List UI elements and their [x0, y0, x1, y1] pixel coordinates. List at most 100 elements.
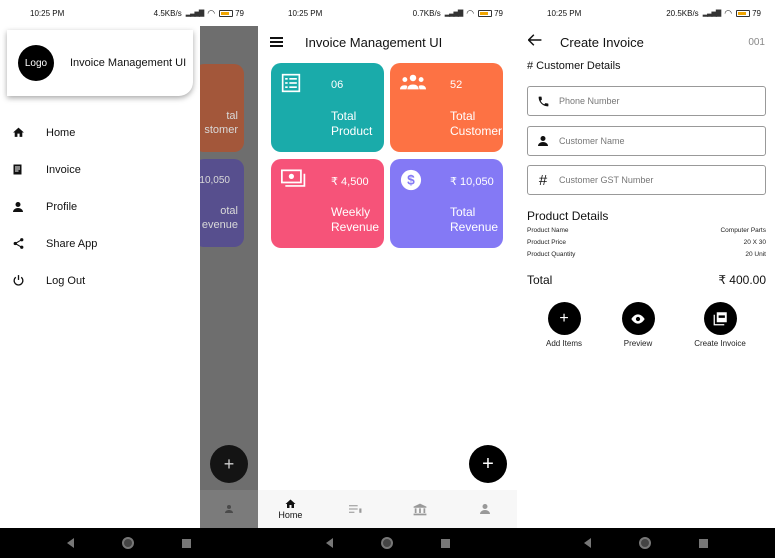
tile-label-line2: Revenue	[331, 220, 380, 234]
home-icon	[285, 499, 296, 508]
drawer-menu: Home Invoice Profile Share App Log Out	[0, 114, 200, 299]
wifi-icon: ◠	[724, 7, 733, 18]
product-row-label: Product Name	[527, 227, 569, 234]
drawer-header: Logo Invoice Management UI	[7, 30, 193, 96]
phone-icon	[536, 95, 550, 108]
back-nav-icon[interactable]	[584, 538, 591, 548]
bottom-nav-bank[interactable]	[388, 490, 453, 528]
peek-tile-label: tal stomer	[204, 110, 238, 136]
person-icon	[536, 135, 550, 147]
total-value: ₹ 400.00	[718, 273, 766, 287]
add-fab-button[interactable]: +	[469, 445, 507, 483]
home-nav-icon[interactable]	[380, 537, 393, 549]
invoice-icon	[11, 163, 25, 177]
home-nav-icon[interactable]	[639, 537, 651, 549]
pdf-icon	[703, 302, 737, 335]
create-invoice-label: Create Invoice	[694, 339, 746, 348]
product-row-value: 20 Unit	[745, 251, 766, 258]
bottom-nav-home[interactable]: Home	[258, 490, 323, 528]
tile-total-customer[interactable]: 52 Total Customer	[390, 63, 503, 152]
tile-total-product[interactable]: 06 Total Product	[271, 63, 384, 152]
peek-tile-revenue: 10,050 otal evenue	[194, 159, 244, 247]
customer-name-field[interactable]: Customer Name	[527, 126, 766, 156]
drawer-item-log-out[interactable]: Log Out	[0, 262, 200, 299]
bottom-nav-list[interactable]	[323, 490, 388, 528]
product-details-heading: Product Details	[527, 209, 609, 223]
preview-label: Preview	[623, 339, 653, 348]
navigation-drawer: Logo Invoice Management UI Home Invoice	[0, 22, 200, 528]
customer-details-heading: # Customer Details	[527, 60, 621, 72]
bottom-nav: Home	[258, 490, 517, 528]
tile-label-line1: Total	[450, 109, 476, 123]
tile-value: 06	[331, 79, 344, 91]
preview-button[interactable]: Preview	[603, 302, 673, 348]
drawer-title: Invoice Management UI	[70, 57, 187, 69]
drawer-item-home[interactable]: Home	[0, 114, 200, 151]
menu-icon[interactable]	[270, 37, 283, 47]
phone-number-placeholder: Phone Number	[559, 96, 620, 106]
bottom-nav-home-label: Home	[278, 510, 303, 520]
peek-tile-value: 10,050	[199, 175, 230, 186]
status-time: 10:25 PM	[30, 8, 65, 18]
back-nav-icon[interactable]	[67, 538, 74, 548]
tile-label-line2: Revenue	[450, 220, 499, 234]
product-row-value: Computer Parts	[720, 227, 766, 234]
tile-value: 52	[450, 79, 463, 91]
list-icon	[281, 73, 301, 98]
add-items-button[interactable]: + Add Items	[529, 302, 599, 348]
tile-label-line1: Total	[331, 109, 357, 123]
phone-dashboard-screen: 10:25 PM 0.7KB/s ▂▃▅▇ ◠ 79 Invoice Manag…	[258, 0, 517, 558]
back-arrow-icon[interactable]	[527, 33, 542, 51]
system-nav-bar	[517, 528, 775, 558]
product-row-value: 20 X 30	[743, 239, 766, 246]
app-bar: Invoice Management UI	[258, 26, 517, 58]
home-nav-icon[interactable]	[122, 537, 134, 549]
tile-value: ₹ 10,050	[450, 176, 494, 188]
product-row: Product Name Computer Parts	[527, 227, 766, 234]
recents-nav-icon[interactable]	[699, 538, 708, 548]
drawer-item-invoice[interactable]: Invoice	[0, 151, 200, 188]
tile-label: Weekly Revenue	[331, 205, 379, 235]
wifi-icon: ◠	[466, 7, 475, 18]
peek-tile-label: otal evenue	[201, 205, 238, 231]
money-icon	[281, 169, 307, 194]
phone-create-invoice-screen: 10:25 PM 20.5KB/s ▂▃▅▇ ◠ 79 Create Invoi…	[517, 0, 775, 558]
tile-label: Total Revenue	[450, 205, 498, 235]
system-nav-bar	[0, 528, 258, 558]
status-time: 10:25 PM	[547, 8, 582, 18]
share-icon	[11, 237, 25, 251]
drawer-item-profile[interactable]: Profile	[0, 188, 200, 225]
battery-icon	[736, 9, 751, 17]
tile-label-line1: Weekly	[331, 205, 371, 219]
battery-level: 79	[752, 8, 761, 18]
total-row: Total ₹ 400.00	[527, 273, 766, 287]
phone-number-field[interactable]: Phone Number	[527, 86, 766, 116]
drawer-item-label: Profile	[46, 200, 78, 213]
tile-label: Total Product	[331, 109, 372, 139]
recents-nav-icon[interactable]	[182, 538, 191, 548]
drawer-item-share-app[interactable]: Share App	[0, 225, 200, 262]
battery-level: 79	[494, 8, 503, 18]
recents-nav-icon[interactable]	[440, 538, 450, 548]
tile-total-revenue[interactable]: $ ₹ 10,050 Total Revenue	[390, 159, 503, 248]
group-icon	[400, 73, 426, 96]
tile-weekly-revenue[interactable]: ₹ 4,500 Weekly Revenue	[271, 159, 384, 248]
wifi-icon: ◠	[207, 7, 216, 18]
status-net-speed: 20.5KB/s	[666, 8, 699, 18]
battery-icon	[219, 9, 234, 17]
invoice-number: 001	[748, 36, 765, 48]
list-icon	[348, 505, 362, 513]
back-nav-icon[interactable]	[325, 538, 333, 548]
power-icon	[11, 274, 25, 288]
plus-icon: +	[547, 302, 581, 335]
create-invoice-button[interactable]: Create Invoice	[685, 302, 755, 348]
product-row-label: Product Price	[527, 239, 567, 246]
status-time: 10:25 PM	[288, 8, 323, 18]
peek-tile-customer: tal stomer	[194, 64, 244, 152]
signal-icon: ▂▃▅▇	[702, 10, 722, 17]
eye-icon	[621, 302, 655, 335]
status-bar: 10:25 PM 0.7KB/s ▂▃▅▇ ◠ 79	[258, 0, 517, 26]
bottom-nav-profile[interactable]	[452, 490, 517, 528]
product-row: Product Price 20 X 30	[527, 239, 766, 246]
customer-gst-field[interactable]: # Customer GST Number	[527, 165, 766, 195]
